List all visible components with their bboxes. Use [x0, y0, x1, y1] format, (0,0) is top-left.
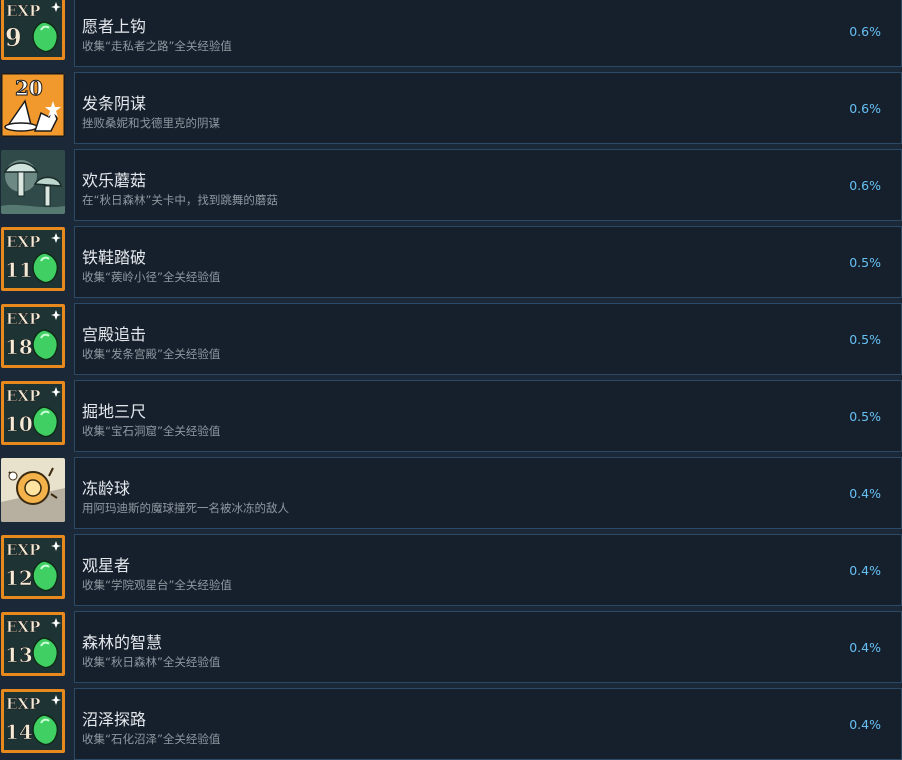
unlock-percentage: 0.4%: [849, 640, 881, 655]
icon-level-number: 18: [5, 335, 33, 359]
achievement-panel: 森林的智慧收集“秋日森林”全关经验值 0.4%: [74, 611, 902, 683]
unlock-percentage: 0.6%: [849, 101, 881, 116]
icon-exp-label: EXP: [6, 695, 40, 713]
exp-gem-icon: EXP 13: [1, 612, 65, 676]
exp-gem-icon: EXP 10: [1, 381, 65, 445]
achievement-panel: 冻龄球用阿玛迪斯的魔球撞死一名被冰冻的敌人 0.4%: [74, 457, 902, 529]
achievement-description: 收集“石化沼泽”全关经验值: [82, 732, 221, 746]
achievement-row[interactable]: 冻龄球用阿玛迪斯的魔球撞死一名被冰冻的敌人 0.4%: [0, 457, 902, 529]
achievement-panel: 观星者收集“学院观星台”全关经验值 0.4%: [74, 534, 902, 606]
achievement-description: 收集“蒺岭小径”全关经验值: [82, 270, 221, 284]
achievement-title: 愿者上钩: [82, 17, 147, 36]
achievement-row[interactable]: EXP 11 铁鞋踏破收集“蒺岭小径”全关经验值 0.5%: [0, 226, 902, 298]
icon-exp-label: EXP: [6, 2, 40, 20]
frozen-orb-icon: [1, 458, 65, 522]
achievement-description: 收集“走私者之路”全关经验值: [82, 39, 232, 53]
achievement-description: 在“秋日森林”关卡中，找到跳舞的蘑菇: [82, 193, 278, 207]
achievement-panel: 欢乐蘑菇在“秋日森林”关卡中，找到跳舞的蘑菇 0.6%: [74, 149, 902, 221]
achievement-panel: 铁鞋踏破收集“蒺岭小径”全关经验值 0.5%: [74, 226, 902, 298]
achievement-description: 挫败桑妮和戈德里克的阴谋: [82, 116, 220, 130]
achievement-row[interactable]: EXP 9 愿者上钩收集“走私者之路”全关经验值 0.6%: [0, 0, 902, 67]
icon-exp-label: EXP: [6, 387, 40, 405]
icon-level-number: 14: [5, 720, 33, 744]
icon-level-number: 9: [5, 23, 22, 52]
achievement-description: 收集“宝石洞窟”全关经验值: [82, 424, 221, 438]
unlock-percentage: 0.6%: [849, 24, 881, 39]
achievement-panel: 发条阴谋挫败桑妮和戈德里克的阴谋 0.6%: [74, 72, 902, 144]
achievement-panel: 宫殿追击收集“发条宫殿”全关经验值 0.5%: [74, 303, 902, 375]
unlock-percentage: 0.5%: [849, 255, 881, 270]
achievement-row[interactable]: EXP 10 掘地三尺收集“宝石洞窟”全关经验值 0.5%: [0, 380, 902, 452]
icon-exp-label: EXP: [6, 310, 40, 328]
icon-exp-label: EXP: [6, 541, 40, 559]
icon-level-number: 10: [5, 412, 33, 436]
achievement-title: 冻龄球: [82, 479, 131, 498]
achievement-title: 发条阴谋: [82, 94, 147, 113]
achievement-description: 收集“发条宫殿”全关经验值: [82, 347, 221, 361]
exp-gem-icon: EXP 12: [1, 535, 65, 599]
achievement-title: 沼泽探路: [82, 710, 147, 729]
icon-exp-label: EXP: [6, 618, 40, 636]
achievement-row[interactable]: EXP 13 森林的智慧收集“秋日森林”全关经验值 0.4%: [0, 611, 902, 683]
achievement-panel: 愿者上钩收集“走私者之路”全关经验值 0.6%: [74, 0, 902, 67]
achievement-description: 收集“学院观星台”全关经验值: [82, 578, 232, 592]
achievement-title: 宫殿追击: [82, 325, 147, 344]
unlock-percentage: 0.4%: [849, 717, 881, 732]
achievement-title: 铁鞋踏破: [82, 248, 147, 267]
icon-level-number: 13: [5, 643, 33, 667]
exp-gem-icon: EXP 14: [1, 689, 65, 753]
unlock-percentage: 0.4%: [849, 486, 881, 501]
exp-gem-icon: EXP 9: [1, 0, 65, 60]
achievement-row[interactable]: EXP 18 宫殿追击收集“发条宫殿”全关经验值 0.5%: [0, 303, 902, 375]
unlock-percentage: 0.5%: [849, 409, 881, 424]
achievement-title: 森林的智慧: [82, 633, 163, 652]
achievement-row[interactable]: 20 发条阴谋挫败桑妮和戈德里克的阴谋 0.6%: [0, 72, 902, 144]
achievement-row[interactable]: 欢乐蘑菇在“秋日森林”关卡中，找到跳舞的蘑菇 0.6%: [0, 149, 902, 221]
achievement-description: 收集“秋日森林”全关经验值: [82, 655, 221, 669]
achievement-description: 用阿玛迪斯的魔球撞死一名被冰冻的敌人: [82, 501, 289, 515]
exp-gem-icon: EXP 18: [1, 304, 65, 368]
achievement-row[interactable]: EXP 14 沼泽探路收集“石化沼泽”全关经验值 0.4%: [0, 688, 902, 760]
achievement-panel: 掘地三尺收集“宝石洞窟”全关经验值 0.5%: [74, 380, 902, 452]
icon-level-number: 12: [5, 566, 33, 590]
icon-number: 20: [15, 76, 43, 100]
achievement-panel: 沼泽探路收集“石化沼泽”全关经验值 0.4%: [74, 688, 902, 760]
exp-gem-icon: EXP 11: [1, 227, 65, 291]
dancing-mushroom-icon: [1, 150, 65, 214]
icon-exp-label: EXP: [6, 233, 40, 251]
unlock-percentage: 0.6%: [849, 178, 881, 193]
achievement-title: 掘地三尺: [82, 402, 147, 421]
twenty-wizard-hat-icon: 20: [1, 73, 65, 137]
achievement-title: 观星者: [82, 556, 131, 575]
achievement-title: 欢乐蘑菇: [82, 171, 147, 190]
unlock-percentage: 0.4%: [849, 563, 881, 578]
achievement-row[interactable]: EXP 12 观星者收集“学院观星台”全关经验值 0.4%: [0, 534, 902, 606]
icon-level-number: 11: [5, 258, 33, 282]
unlock-percentage: 0.5%: [849, 332, 881, 347]
